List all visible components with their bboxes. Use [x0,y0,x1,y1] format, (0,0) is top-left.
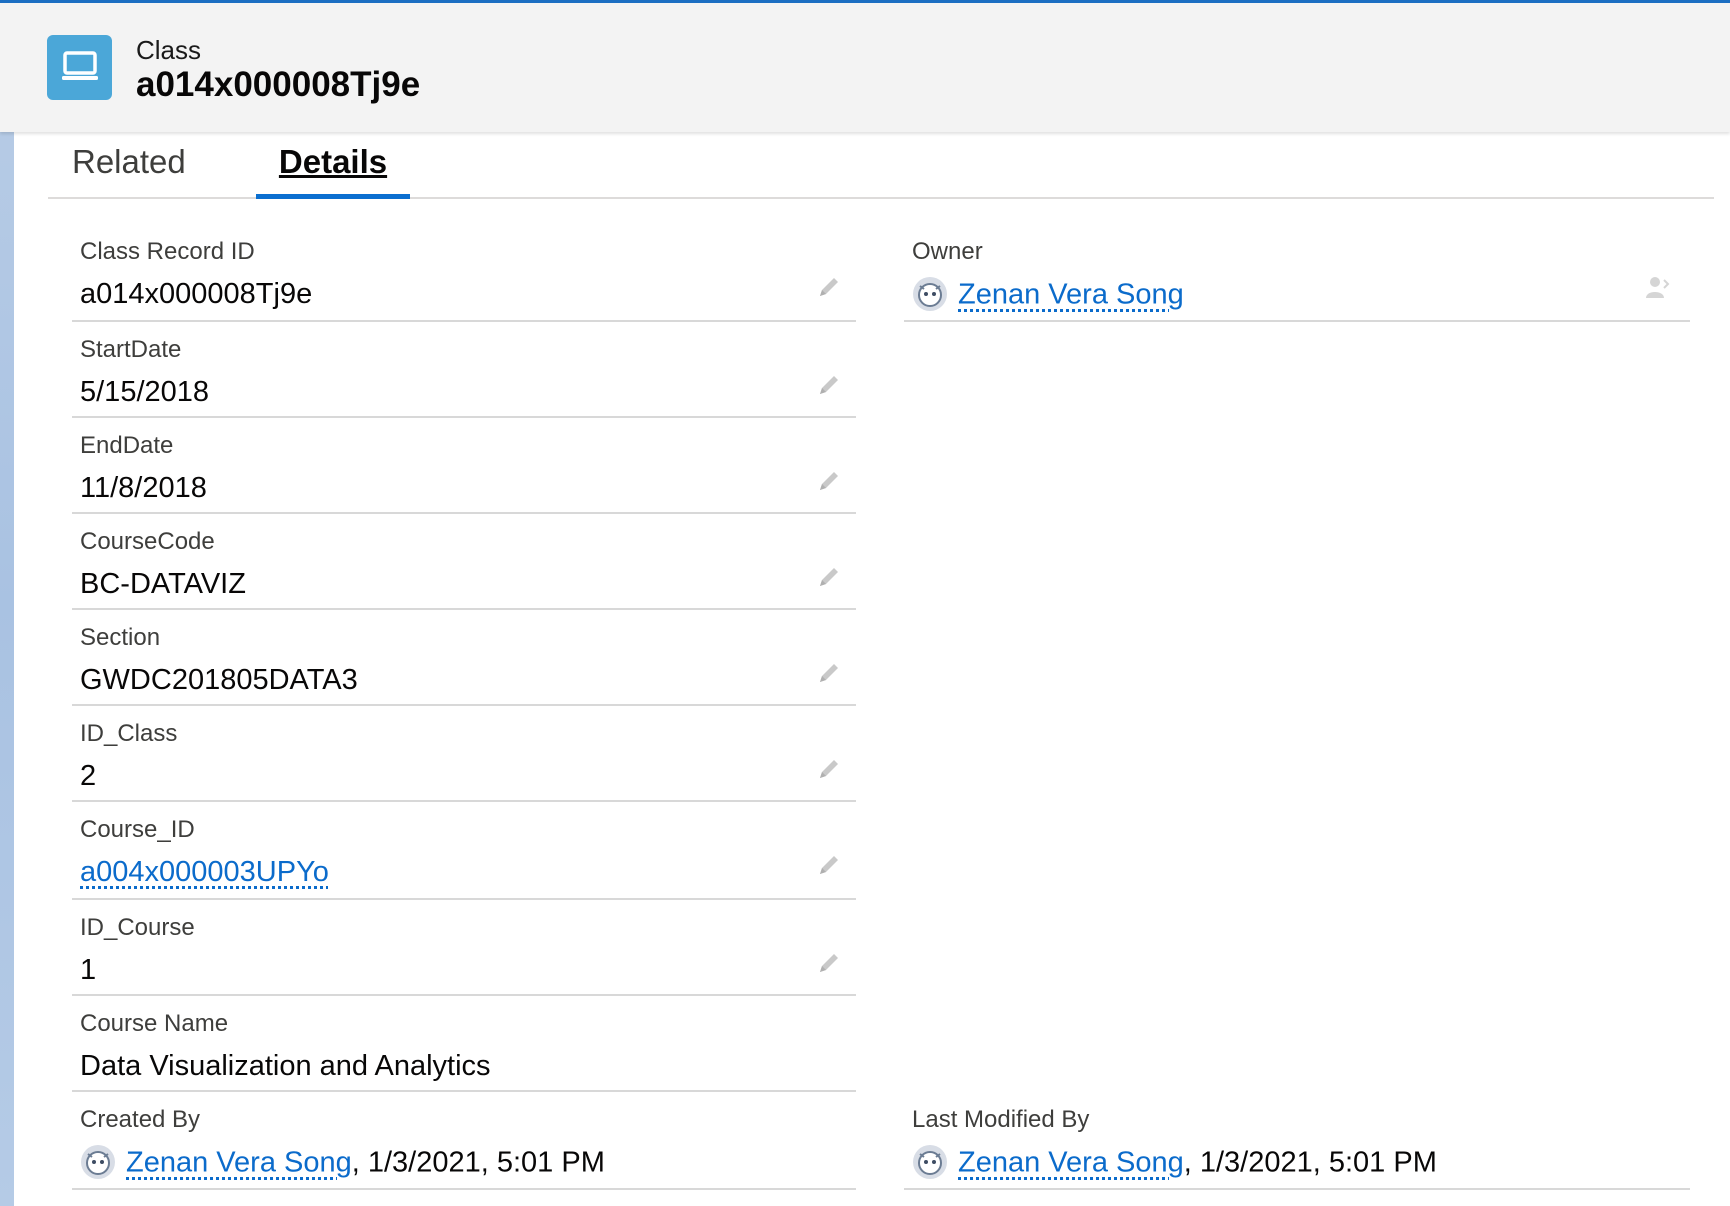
field-value: Zenan Vera Song [912,277,1184,314]
field-value: 5/15/2018 [80,376,210,408]
avatar-icon [913,277,947,311]
field-end-date: EndDate 11/8/2018 [72,418,856,514]
edit-pencil-icon[interactable] [814,370,844,400]
field-label: StartDate [80,336,182,363]
field-label: EndDate [80,432,174,459]
change-owner-icon[interactable] [1642,272,1672,302]
created-by-user-link[interactable]: Zenan Vera Song [126,1147,352,1179]
field-value: GWDC201805DATA3 [80,664,358,696]
field-value: a014x000008Tj9e [80,278,313,310]
computer-icon [47,35,112,100]
field-label: Class Record ID [80,238,255,265]
field-course-name: Course Name Data Visualization and Analy… [72,996,856,1092]
field-label: Owner [912,238,983,265]
field-value: Zenan Vera Song, 1/3/2021, 5:01 PM [912,1145,1437,1182]
field-value: 1 [80,954,97,986]
edit-pencil-icon[interactable] [814,272,844,302]
field-label: Section [80,624,161,651]
record-header: Class a014x000008Tj9e [0,0,1730,132]
left-decorative-strip [0,0,14,1206]
owner-user-link[interactable]: Zenan Vera Song [958,279,1184,311]
field-course-code: CourseCode BC-DATAVIZ [72,514,856,610]
edit-pencil-icon[interactable] [814,850,844,880]
field-start-date: StartDate 5/15/2018 [72,322,856,418]
field-value: Data Visualization and Analytics [80,1050,491,1082]
field-label: ID_Course [80,914,195,941]
field-owner: Owner Zenan Vera Song [904,224,1690,322]
record-tabs: Related Details [48,133,1714,199]
field-label: ID_Class [80,720,178,747]
course-id-link[interactable]: a004x000003UPYo [80,856,329,889]
edit-pencil-icon[interactable] [814,466,844,496]
field-value: BC-DATAVIZ [80,568,246,600]
field-value: Zenan Vera Song, 1/3/2021, 5:01 PM [80,1145,605,1182]
tab-details[interactable]: Details [256,143,410,199]
edit-pencil-icon[interactable] [814,562,844,592]
field-id-class: ID_Class 2 [72,706,856,802]
field-label: Course_ID [80,816,195,843]
record-page: Class a014x000008Tj9e Related Details Cl… [0,0,1730,1206]
edit-pencil-icon[interactable] [814,754,844,784]
record-title: a014x000008Tj9e [136,65,421,104]
field-section: Section GWDC201805DATA3 [72,610,856,706]
object-type-label: Class [136,35,202,65]
field-value: 2 [80,760,97,792]
field-created-by: Created By Zenan Vera Song, 1/3/2021, 5:… [72,1092,856,1190]
field-course-id: Course_ID a004x000003UPYo [72,802,856,900]
avatar-icon [913,1145,947,1179]
edit-pencil-icon[interactable] [814,658,844,688]
created-date: , 1/3/2021, 5:01 PM [351,1146,605,1179]
edit-pencil-icon[interactable] [814,948,844,978]
field-label: Created By [80,1106,201,1133]
avatar-icon [81,1145,115,1179]
field-value: 11/8/2018 [80,472,207,504]
last-modified-date: , 1/3/2021, 5:01 PM [1183,1146,1437,1179]
tab-related[interactable]: Related [72,143,186,199]
field-label: Course Name [80,1010,229,1037]
field-label: Last Modified By [912,1106,1090,1133]
field-class-record-id: Class Record ID a014x000008Tj9e [72,224,856,322]
field-label: CourseCode [80,528,215,555]
field-id-course: ID_Course 1 [72,900,856,996]
last-modified-by-user-link[interactable]: Zenan Vera Song [958,1147,1184,1179]
field-last-modified-by: Last Modified By Zenan Vera Song, 1/3/20… [904,1092,1690,1190]
